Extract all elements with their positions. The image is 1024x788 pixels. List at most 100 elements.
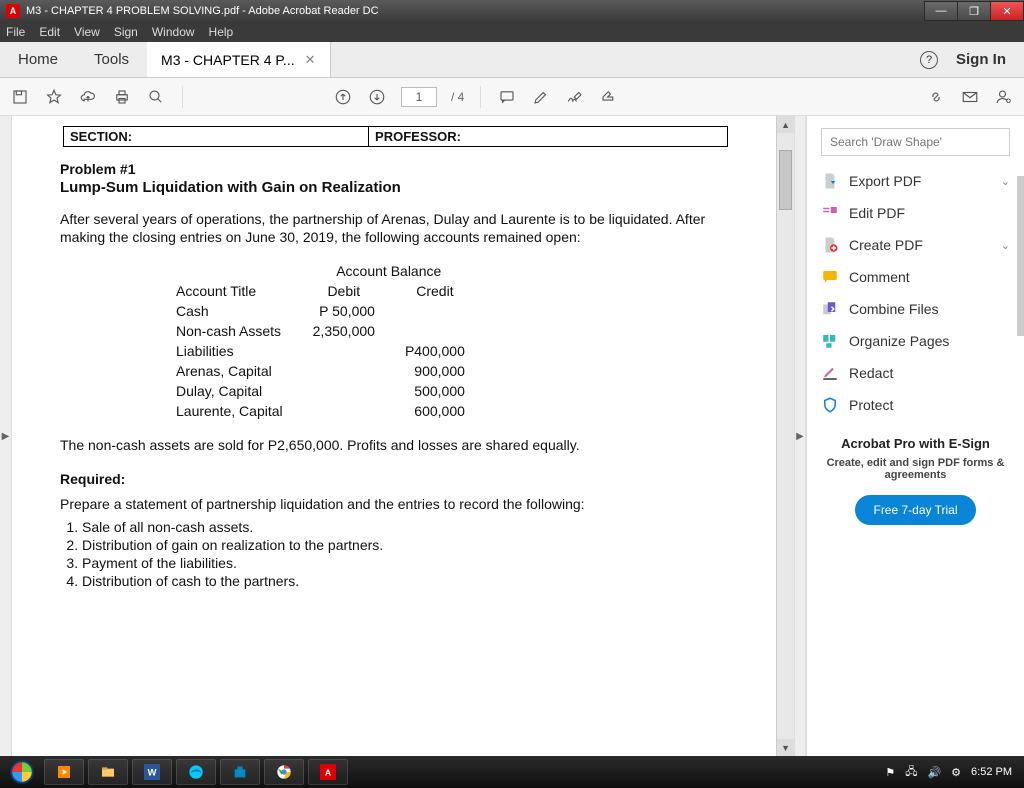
comment-tool-icon	[821, 268, 839, 286]
search-icon[interactable]	[146, 87, 166, 107]
save-icon[interactable]	[10, 87, 30, 107]
list-item: Distribution of cash to the partners.	[82, 573, 728, 589]
paragraph-2: The non-cash assets are sold for P2,650,…	[60, 436, 728, 454]
tray-power-icon[interactable]: ⚙	[951, 766, 961, 779]
tool-protect[interactable]: Protect	[821, 396, 1010, 414]
maximize-button[interactable]: ❐	[957, 1, 991, 21]
menu-help[interactable]: Help	[209, 25, 234, 39]
content-area: ▶ SECTION: PROFESSOR: Problem #1 Lump-Su…	[0, 116, 1024, 756]
stamp-icon[interactable]	[599, 87, 619, 107]
comment-icon[interactable]	[497, 87, 517, 107]
side-scrollbar[interactable]	[1017, 156, 1024, 756]
tool-create-pdf[interactable]: Create PDF ⌄	[821, 236, 1010, 254]
required-list: Sale of all non-cash assets. Distributio…	[82, 519, 728, 589]
page-down-icon[interactable]	[367, 87, 387, 107]
tool-combine[interactable]: Combine Files	[821, 300, 1010, 318]
mail-icon[interactable]	[960, 87, 980, 107]
page-number-input[interactable]: 1	[401, 87, 437, 107]
required-header: Required:	[60, 471, 728, 487]
toolbar: 1 / 4	[0, 78, 1024, 116]
print-icon[interactable]	[112, 87, 132, 107]
side-scroll-thumb[interactable]	[1017, 176, 1024, 336]
menu-edit[interactable]: Edit	[39, 25, 60, 39]
taskbar: W A ⚑ 🖧 🔊 ⚙ 6:52 PM	[0, 756, 1024, 788]
tray-flag-icon[interactable]: ⚑	[885, 766, 895, 779]
table-row: Arenas, Capital900,000	[162, 362, 479, 380]
tool-export-pdf[interactable]: Export PDF ⌄	[821, 172, 1010, 190]
taskbar-media-icon[interactable]	[44, 759, 84, 785]
tab-document[interactable]: M3 - CHAPTER 4 P... ✕	[147, 42, 330, 77]
list-item: Sale of all non-cash assets.	[82, 519, 728, 535]
taskbar-acrobat-icon[interactable]: A	[308, 759, 348, 785]
tool-label: Organize Pages	[849, 333, 949, 349]
chevron-down-icon: ⌄	[1001, 239, 1010, 252]
tab-tools[interactable]: Tools	[76, 42, 147, 77]
tray-volume-icon[interactable]: 🔊	[927, 766, 941, 779]
free-trial-button[interactable]: Free 7-day Trial	[855, 495, 975, 525]
svg-text:W: W	[148, 767, 157, 777]
redact-icon	[821, 364, 839, 382]
sign-in-link[interactable]: Sign In	[956, 51, 1006, 68]
taskbar-chrome-icon[interactable]	[264, 759, 304, 785]
page-up-icon[interactable]	[333, 87, 353, 107]
tray-clock[interactable]: 6:52 PM	[971, 766, 1012, 778]
taskbar-edge-icon[interactable]	[176, 759, 216, 785]
help-icon[interactable]: ?	[920, 51, 938, 69]
taskbar-explorer-icon[interactable]	[88, 759, 128, 785]
required-intro: Prepare a statement of partnership liqui…	[60, 495, 728, 513]
scroll-up-icon[interactable]: ▲	[777, 116, 794, 133]
tab-close-icon[interactable]: ✕	[305, 52, 316, 68]
tool-comment[interactable]: Comment	[821, 268, 1010, 286]
problem-title: Lump-Sum Liquidation with Gain on Realiz…	[60, 179, 728, 196]
organize-icon	[821, 332, 839, 350]
tool-organize[interactable]: Organize Pages	[821, 332, 1010, 350]
tool-label: Redact	[849, 365, 893, 381]
app-icon: A	[6, 4, 20, 18]
box-section: SECTION:	[64, 127, 369, 146]
tray-network-icon[interactable]: 🖧	[905, 763, 917, 782]
left-panel-toggle[interactable]: ▶	[0, 116, 12, 756]
taskbar-word-icon[interactable]: W	[132, 759, 172, 785]
tool-label: Export PDF	[849, 173, 921, 189]
svg-text:A: A	[325, 767, 332, 777]
document-viewport[interactable]: SECTION: PROFESSOR: Problem #1 Lump-Sum …	[12, 116, 794, 756]
tool-label: Protect	[849, 397, 893, 413]
right-panel-toggle[interactable]: ▶	[794, 116, 806, 756]
cloud-icon[interactable]	[78, 87, 98, 107]
list-item: Payment of the liabilities.	[82, 555, 728, 571]
create-icon	[821, 236, 839, 254]
promo-title: Acrobat Pro with E-Sign	[821, 436, 1010, 451]
scroll-thumb[interactable]	[779, 150, 792, 210]
close-button[interactable]: ✕	[990, 1, 1024, 21]
menu-window[interactable]: Window	[152, 25, 195, 39]
taskbar-store-icon[interactable]	[220, 759, 260, 785]
start-button[interactable]	[4, 758, 40, 786]
star-icon[interactable]	[44, 87, 64, 107]
menu-file[interactable]: File	[6, 25, 25, 39]
scroll-down-icon[interactable]: ▼	[777, 739, 794, 756]
table-row: LiabilitiesP400,000	[162, 342, 479, 360]
page-count: / 4	[451, 90, 464, 104]
table-row: Dulay, Capital500,000	[162, 382, 479, 400]
sign-icon[interactable]	[565, 87, 585, 107]
tool-redact[interactable]: Redact	[821, 364, 1010, 382]
menu-sign[interactable]: Sign	[114, 25, 138, 39]
list-item: Distribution of gain on realization to t…	[82, 537, 728, 553]
highlight-icon[interactable]	[531, 87, 551, 107]
vertical-scrollbar[interactable]: ▲ ▼	[776, 116, 794, 756]
search-input[interactable]	[821, 128, 1010, 156]
edit-icon	[821, 204, 839, 222]
share-person-icon[interactable]	[994, 87, 1014, 107]
table-row: CashP 50,000	[162, 302, 479, 320]
paragraph-1: After several years of operations, the p…	[60, 210, 728, 246]
tab-home[interactable]: Home	[0, 42, 76, 77]
menubar: File Edit View Sign Window Help	[0, 22, 1024, 42]
menu-view[interactable]: View	[74, 25, 100, 39]
tool-edit-pdf[interactable]: Edit PDF	[821, 204, 1010, 222]
export-icon	[821, 172, 839, 190]
promo-subtitle: Create, edit and sign PDF forms & agreem…	[821, 457, 1010, 481]
problem-number: Problem #1	[60, 161, 728, 177]
minimize-button[interactable]: —	[924, 1, 958, 21]
th-title: Account Title	[162, 282, 297, 300]
link-icon[interactable]	[926, 87, 946, 107]
